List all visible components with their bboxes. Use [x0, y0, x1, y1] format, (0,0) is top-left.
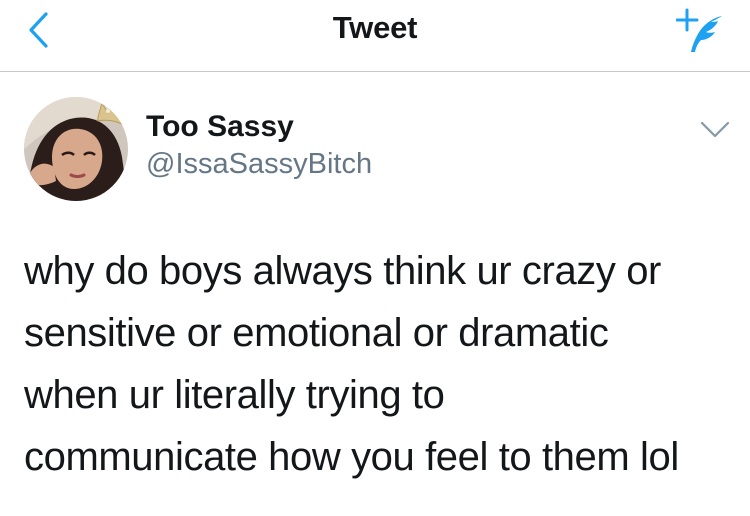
tweet-text-line: why do boys always think ur crazy or: [24, 249, 661, 293]
tweet-text: why do boys always think ur crazy or sen…: [24, 240, 744, 488]
profile-photo: [24, 97, 128, 201]
avatar[interactable]: [24, 97, 128, 201]
tweet-text-line: when ur literally trying to: [24, 373, 445, 417]
page-title: Tweet: [332, 10, 418, 45]
tweet-text-line: sensitive or emotional or dramatic: [24, 311, 609, 355]
compose-tweet-icon: [675, 8, 722, 52]
compose-tweet-button[interactable]: [675, 6, 726, 54]
author-display-name[interactable]: Too Sassy: [146, 110, 294, 144]
tweet-menu-button[interactable]: [698, 115, 732, 143]
author-handle[interactable]: @IssaSassyBitch: [146, 148, 372, 181]
navigation-bar: Tweet: [0, 0, 750, 72]
tweet-text-line: communicate how you feel to them lol: [24, 435, 679, 479]
chevron-down-icon: [700, 121, 730, 138]
